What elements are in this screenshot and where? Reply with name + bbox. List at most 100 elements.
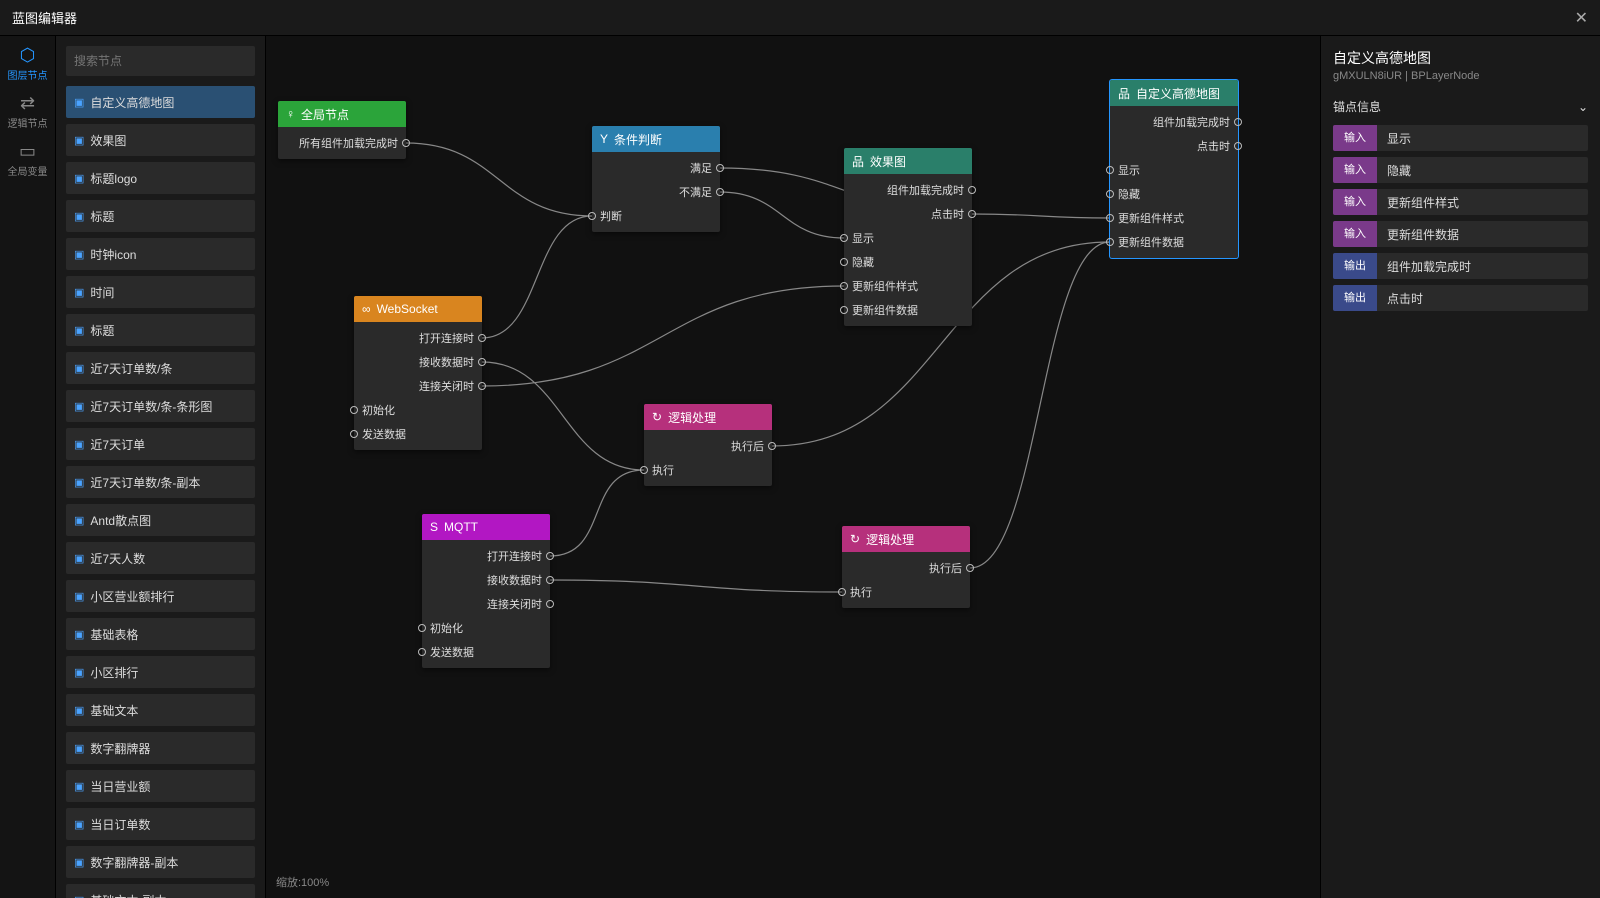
- anchor-dir-tag: 输入: [1333, 221, 1377, 247]
- port-out[interactable]: 执行后: [842, 556, 970, 580]
- port-out[interactable]: 所有组件加载完成时: [278, 131, 406, 155]
- port-out[interactable]: 不满足: [592, 180, 720, 204]
- port-in[interactable]: 执行: [644, 458, 772, 482]
- node-kind-icon: 品: [852, 153, 864, 170]
- graph-node-cond[interactable]: Y条件判断满足不满足判断: [592, 126, 720, 232]
- list-item[interactable]: ▣数字翻牌器: [66, 732, 255, 764]
- port-in[interactable]: 显示: [844, 226, 972, 250]
- layer-icon: ▣: [74, 742, 84, 755]
- tool-2[interactable]: ▭全局变量: [8, 142, 48, 178]
- list-item[interactable]: ▣近7天订单数/条-条形图: [66, 390, 255, 422]
- list-item[interactable]: ▣数字翻牌器-副本: [66, 846, 255, 878]
- port-out[interactable]: 满足: [592, 156, 720, 180]
- port-out[interactable]: 组件加载完成时: [1110, 110, 1238, 134]
- port-out[interactable]: 执行后: [644, 434, 772, 458]
- list-item[interactable]: ▣小区营业额排行: [66, 580, 255, 612]
- list-item[interactable]: ▣近7天订单数/条-副本: [66, 466, 255, 498]
- port-in[interactable]: 执行: [842, 580, 970, 604]
- port-out[interactable]: 组件加载完成时: [844, 178, 972, 202]
- list-item[interactable]: ▣基础表格: [66, 618, 255, 650]
- port-in[interactable]: 更新组件数据: [1110, 230, 1238, 254]
- list-item[interactable]: ▣标题: [66, 314, 255, 346]
- graph-node-global[interactable]: ♀全局节点所有组件加载完成时: [278, 101, 406, 159]
- port-out[interactable]: 接收数据时: [422, 568, 550, 592]
- list-item[interactable]: ▣时钟icon: [66, 238, 255, 270]
- port-out[interactable]: 连接关闭时: [422, 592, 550, 616]
- port-in[interactable]: 初始化: [422, 616, 550, 640]
- port-out[interactable]: 点击时: [1110, 134, 1238, 158]
- port-in[interactable]: 显示: [1110, 158, 1238, 182]
- port-in[interactable]: 判断: [592, 204, 720, 228]
- port-dot-icon: [968, 186, 976, 194]
- anchor-row[interactable]: 输出点击时: [1333, 285, 1588, 311]
- port-in[interactable]: 发送数据: [354, 422, 482, 446]
- anchor-row[interactable]: 输入隐藏: [1333, 157, 1588, 183]
- layer-icon: ▣: [74, 856, 84, 869]
- graph-node-logic1[interactable]: ↻逻辑处理执行后执行: [644, 404, 772, 486]
- edge[interactable]: [550, 470, 644, 556]
- graph-node-mqtt[interactable]: SMQTT打开连接时接收数据时连接关闭时初始化发送数据: [422, 514, 550, 668]
- search-input[interactable]: [66, 46, 255, 76]
- edge[interactable]: [720, 192, 844, 238]
- node-kind-icon: ↻: [850, 532, 860, 546]
- list-item[interactable]: ▣标题logo: [66, 162, 255, 194]
- tool-0[interactable]: ⬡图层节点: [8, 46, 48, 82]
- port-dot-icon: [350, 430, 358, 438]
- canvas[interactable]: 缩放:100% ♀全局节点所有组件加载完成时Y条件判断满足不满足判断∞WebSo…: [266, 36, 1320, 898]
- list-item[interactable]: ▣标题: [66, 200, 255, 232]
- port-in[interactable]: 发送数据: [422, 640, 550, 664]
- layer-icon: ▣: [74, 324, 84, 337]
- layer-icon: ▣: [74, 514, 84, 527]
- port-out[interactable]: 打开连接时: [354, 326, 482, 350]
- graph-node-amap[interactable]: 品自定义高德地图组件加载完成时点击时显示隐藏更新组件样式更新组件数据: [1110, 80, 1238, 258]
- list-item[interactable]: ▣基础文本-副本: [66, 884, 255, 898]
- list-item[interactable]: ▣近7天订单: [66, 428, 255, 460]
- graph-node-effect[interactable]: 品效果图组件加载完成时点击时显示隐藏更新组件样式更新组件数据: [844, 148, 972, 326]
- list-item[interactable]: ▣近7天订单数/条: [66, 352, 255, 384]
- layer-icon: ▣: [74, 666, 84, 679]
- list-item[interactable]: ▣时间: [66, 276, 255, 308]
- list-item[interactable]: ▣Antd散点图: [66, 504, 255, 536]
- list-item[interactable]: ▣小区排行: [66, 656, 255, 688]
- port-in[interactable]: 隐藏: [1110, 182, 1238, 206]
- list-item[interactable]: ▣当日订单数: [66, 808, 255, 840]
- port-in[interactable]: 更新组件样式: [844, 274, 972, 298]
- layer-icon: ▣: [74, 286, 84, 299]
- list-item[interactable]: ▣自定义高德地图: [66, 86, 255, 118]
- port-in[interactable]: 更新组件数据: [844, 298, 972, 322]
- edge[interactable]: [482, 286, 844, 386]
- port-out[interactable]: 接收数据时: [354, 350, 482, 374]
- list-item[interactable]: ▣当日营业额: [66, 770, 255, 802]
- graph-node-logic2[interactable]: ↻逻辑处理执行后执行: [842, 526, 970, 608]
- port-in[interactable]: 隐藏: [844, 250, 972, 274]
- anchor-row[interactable]: 输入更新组件样式: [1333, 189, 1588, 215]
- tool-icon: ⇄: [20, 94, 35, 112]
- anchor-row[interactable]: 输出组件加载完成时: [1333, 253, 1588, 279]
- layer-icon: ▣: [74, 134, 84, 147]
- close-icon[interactable]: ✕: [1575, 8, 1588, 28]
- port-out[interactable]: 连接关闭时: [354, 374, 482, 398]
- graph-node-ws[interactable]: ∞WebSocket打开连接时接收数据时连接关闭时初始化发送数据: [354, 296, 482, 450]
- port-out[interactable]: 点击时: [844, 202, 972, 226]
- port-in[interactable]: 更新组件样式: [1110, 206, 1238, 230]
- node-kind-icon: ↻: [652, 410, 662, 424]
- port-out[interactable]: 打开连接时: [422, 544, 550, 568]
- list-item[interactable]: ▣近7天人数: [66, 542, 255, 574]
- zoom-label: 缩放:100%: [276, 874, 329, 890]
- edge[interactable]: [482, 216, 592, 338]
- anchor-dir-tag: 输出: [1333, 285, 1377, 311]
- tool-1[interactable]: ⇄逻辑节点: [8, 94, 48, 130]
- anchor-row[interactable]: 输入显示: [1333, 125, 1588, 151]
- anchors-section-header[interactable]: 锚点信息 ⌄: [1333, 98, 1588, 115]
- layer-icon: ▣: [74, 590, 84, 603]
- edge[interactable]: [482, 362, 644, 470]
- list-item[interactable]: ▣基础文本: [66, 694, 255, 726]
- layer-icon: ▣: [74, 780, 84, 793]
- list-item[interactable]: ▣效果图: [66, 124, 255, 156]
- edge[interactable]: [550, 580, 842, 592]
- anchor-row[interactable]: 输入更新组件数据: [1333, 221, 1588, 247]
- edge[interactable]: [970, 242, 1110, 568]
- edge[interactable]: [406, 143, 592, 216]
- port-in[interactable]: 初始化: [354, 398, 482, 422]
- edge[interactable]: [972, 214, 1110, 218]
